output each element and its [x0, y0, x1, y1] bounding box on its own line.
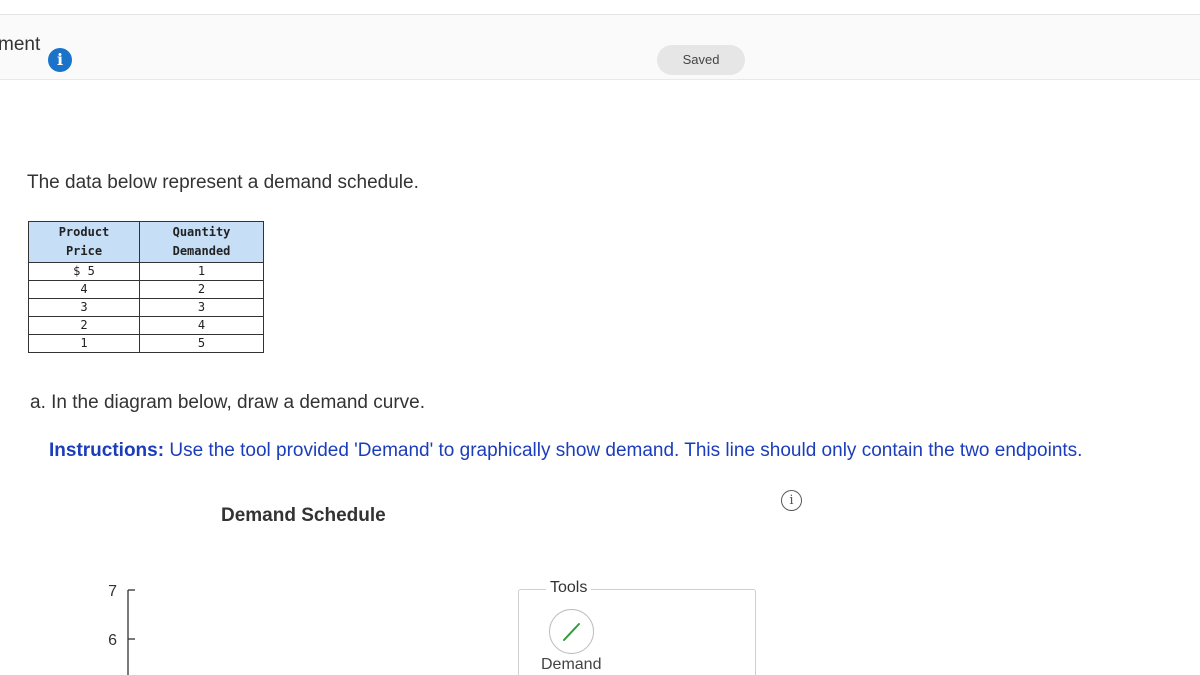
page: ment i Saved The data below represent a …	[0, 0, 1200, 675]
demand-tool-label: Demand	[541, 656, 602, 673]
demand-tool-button[interactable]	[549, 609, 594, 654]
y-tick-label: 6	[108, 632, 117, 649]
y-tick-label: 7	[108, 583, 117, 600]
graph-axis: 7 6	[108, 583, 135, 675]
tools-label: Tools	[546, 579, 592, 597]
line-draw-icon	[563, 623, 580, 641]
